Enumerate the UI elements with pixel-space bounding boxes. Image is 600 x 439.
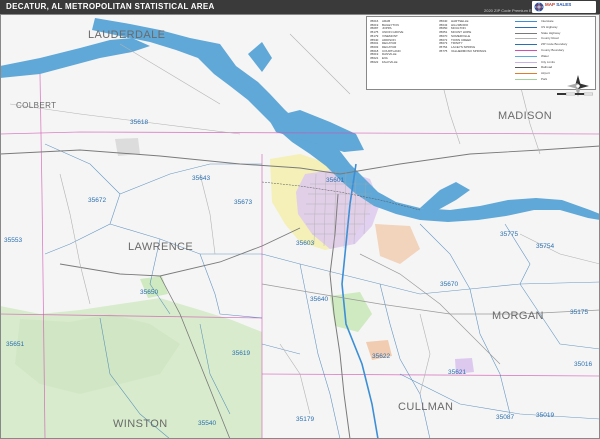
zip-label: 35673: [234, 199, 252, 206]
legend-label: Water: [541, 53, 549, 58]
county-label-lauderdale: LAUDERDALE: [88, 29, 165, 41]
legend-label: County Boundary: [541, 48, 565, 52]
county-label-madison: MADISON: [498, 110, 552, 122]
legend-item: City Limits: [515, 60, 593, 65]
zip-table-code: 35775: [439, 48, 448, 53]
zip-label: 35087: [496, 414, 514, 421]
county-label-lawrence: LAWRENCE: [128, 241, 193, 253]
legend-item: ZIP Code Boundary: [515, 42, 593, 47]
county-label-winston: WINSTON: [113, 418, 168, 430]
legend-item: Water: [515, 54, 593, 59]
legend-label: Interstate: [541, 19, 554, 23]
legend-swatch: [515, 67, 537, 69]
zip-label: 35670: [440, 281, 458, 288]
legend-label: Park: [541, 77, 548, 81]
logo-text: MAP SALES: [545, 2, 572, 7]
legend-swatch: [515, 79, 537, 80]
zip-code-table-2: 35640 HARTSELLE 35643 HILLSBORO 35650 MOULTON…: [439, 19, 527, 54]
zip-table-row: 35622 FALKVILLE: [370, 59, 458, 65]
legend-swatch: [515, 55, 537, 57]
legend-swatch: [515, 38, 537, 40]
zip-label: 35643: [192, 175, 210, 182]
legend-swatch: [515, 61, 537, 63]
map-frame: DECATUR, AL METROPOLITAN STATISTICAL ARE…: [0, 0, 600, 439]
zip-label: 35601: [326, 177, 344, 184]
mapsales-logo: MAP SALES: [532, 1, 596, 13]
legend-item: Railroad: [515, 65, 593, 70]
legend-label: US Highway: [541, 24, 558, 29]
county-label-colbert: COLBERT: [16, 101, 56, 110]
zip-label: 35621: [448, 369, 466, 376]
map-title: DECATUR, AL METROPOLITAN STATISTICAL ARE…: [6, 2, 215, 11]
zip-label: 35754: [536, 243, 554, 250]
zip-label: 35553: [4, 237, 22, 244]
zip-label: 35179: [296, 416, 314, 423]
legend-swatch: [515, 44, 537, 46]
zip-label: 35672: [88, 197, 106, 204]
county-label-morgan: MORGAN: [492, 310, 544, 322]
legend-swatch: [515, 21, 537, 22]
zip-label: 35019: [536, 412, 554, 419]
legend-label: State Highway: [541, 30, 561, 35]
zip-label: 35640: [310, 296, 328, 303]
county-label-cullman: CULLMAN: [398, 401, 453, 413]
legend-item: Interstate: [515, 19, 593, 24]
legend-label: County Road: [541, 36, 559, 41]
legend-item: County Boundary: [515, 48, 593, 53]
legend-swatch: [515, 26, 537, 28]
zip-label: 35775: [500, 231, 518, 238]
zip-label: 35175: [570, 309, 588, 316]
zip-table-name: VALHERMOSO SPRINGS: [451, 49, 487, 53]
zip-table-code: 35622: [370, 59, 379, 64]
legend-swatch: [515, 32, 537, 34]
zip-label: 35016: [574, 361, 592, 368]
legend-label: Railroad: [541, 65, 553, 70]
legend-item: US Highway: [515, 25, 593, 30]
zip-label: 35622: [372, 353, 390, 360]
legend-swatch: [515, 50, 537, 51]
globe-icon: [534, 2, 544, 12]
scale-bar: [557, 92, 593, 96]
zip-table-row: 35775 VALHERMOSO SPRINGS: [439, 48, 527, 54]
legend-item: County Road: [515, 36, 593, 41]
zip-label: 35619: [232, 350, 250, 357]
zip-label: 35618: [130, 119, 148, 126]
legend-label: ZIP Code Boundary: [541, 42, 568, 47]
zip-label: 35651: [6, 341, 24, 348]
zip-label: 35603: [296, 240, 314, 247]
zip-label: 35650: [140, 289, 158, 296]
legend-label: Airport: [541, 71, 550, 76]
zip-table-name: FALKVILLE: [382, 60, 398, 64]
title-bar: DECATUR, AL METROPOLITAN STATISTICAL ARE…: [0, 0, 600, 14]
zip-label: 35540: [198, 420, 216, 427]
legend-panel: 35016 ARAB 35019 BAILEYTON 35087 JOPPA 35175 UN…: [366, 16, 596, 90]
legend-item: State Highway: [515, 31, 593, 36]
legend-label: City Limits: [541, 59, 555, 64]
legend-swatch: [515, 73, 537, 75]
